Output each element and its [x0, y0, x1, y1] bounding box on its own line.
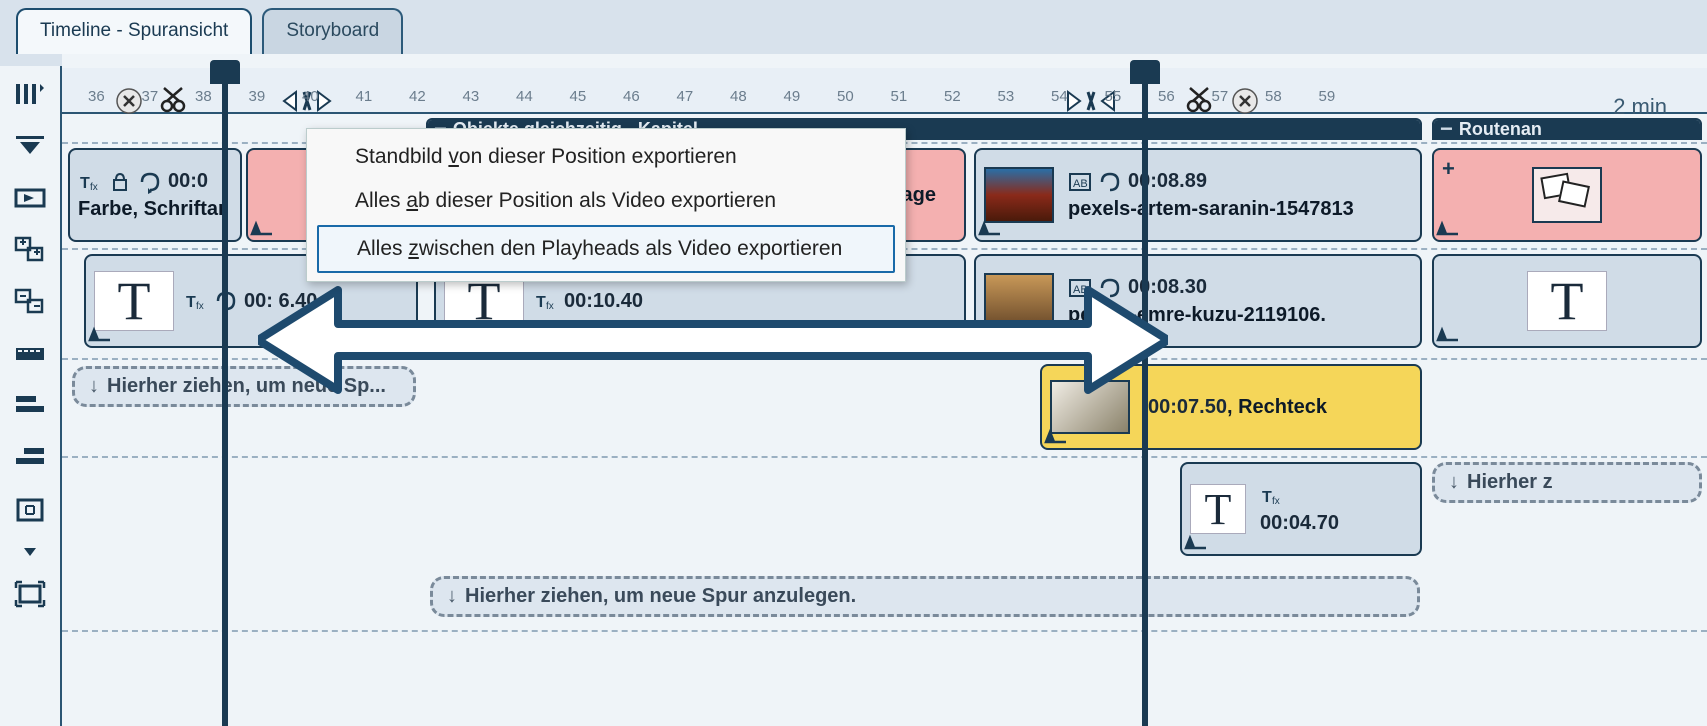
clip-corner-icon — [978, 218, 1002, 238]
drop-hint-new-track-long[interactable]: ↓ Hierher ziehen, um neue Spur anzulegen… — [430, 576, 1420, 617]
ruler-tick: 53 — [998, 88, 1015, 105]
collage-icon — [1532, 167, 1602, 223]
tool-align-left[interactable] — [10, 390, 50, 422]
ruler-tick: 57 — [1212, 88, 1229, 105]
clip-corner-icon — [1044, 426, 1068, 446]
svg-text:T: T — [80, 175, 90, 192]
tool-filmstrip[interactable] — [10, 338, 50, 370]
cut-right-icon[interactable] — [1184, 86, 1214, 116]
tool-crop-out[interactable] — [10, 578, 50, 610]
ruler-tick: 39 — [249, 88, 266, 105]
clip-corner-icon — [1436, 218, 1460, 238]
ctx-export-between[interactable]: Alles zwischen den Playheads als Video e… — [317, 225, 895, 273]
clip-corner-icon — [1436, 324, 1460, 344]
tool-sidebar — [0, 66, 62, 726]
ruler-tick: 46 — [623, 88, 640, 105]
ruler-tick: 55 — [1105, 88, 1122, 105]
thumbnail-kuzu — [984, 273, 1054, 329]
chapter-routen[interactable]: −Routenan — [1432, 118, 1702, 140]
clear-marker-icon[interactable] — [114, 86, 144, 116]
clip-kuzu[interactable]: AB 00:08.30 pexels-emre-kuzu-2119106. — [974, 254, 1422, 348]
clip-corner-icon — [250, 218, 274, 238]
clip-text-right[interactable]: T — [1432, 254, 1702, 348]
text-effect-icon: Tfx — [534, 289, 558, 313]
clear-marker-right-icon[interactable] — [1230, 86, 1260, 116]
tab-storyboard[interactable]: Storyboard — [262, 8, 403, 54]
tool-add-group[interactable] — [10, 234, 50, 266]
playhead-left[interactable] — [222, 64, 228, 726]
svg-text:fx: fx — [546, 301, 554, 312]
text-effect-icon: Tfx — [1260, 484, 1284, 508]
clip-routen-collage[interactable]: + — [1432, 148, 1702, 242]
down-arrow-icon: ↓ — [447, 585, 457, 608]
cut-left-icon[interactable] — [158, 86, 188, 116]
ruler-tick: 56 — [1158, 88, 1175, 105]
ruler-tick: 42 — [409, 88, 426, 105]
tool-align-right[interactable] — [10, 442, 50, 474]
svg-text:T: T — [1262, 489, 1272, 506]
playhead-right[interactable] — [1142, 64, 1148, 726]
ruler-tick: 36 — [88, 88, 105, 105]
ruler-tick: 44 — [516, 88, 533, 105]
ruler-tick: 40 — [302, 88, 319, 105]
down-arrow-icon: ↓ — [1449, 471, 1459, 494]
text-effect-icon: Tfx — [78, 170, 102, 194]
tool-expand[interactable] — [10, 546, 50, 558]
svg-text:T: T — [536, 294, 546, 311]
tool-playback[interactable] — [10, 182, 50, 214]
ruler-tick: 51 — [891, 88, 908, 105]
ruler-tick: 38 — [195, 88, 212, 105]
loop-icon — [1098, 276, 1122, 300]
ruler-tick: 45 — [570, 88, 587, 105]
clip-farbe[interactable]: Tfx 00:0 Farbe, Schriftar — [68, 148, 242, 242]
text-icon: T — [1190, 484, 1246, 534]
clip-corner-icon — [978, 324, 1002, 344]
thumbnail-saranin — [984, 167, 1054, 223]
time-ruler[interactable]: 2 min 3637383940414243444546474849505152… — [62, 68, 1707, 114]
clip-saranin[interactable]: AB 00:08.89 pexels-artem-saranin-1547813 — [974, 148, 1422, 242]
clip-corner-icon — [88, 324, 112, 344]
svg-text:AB: AB — [1073, 178, 1088, 190]
text-effect-icon: Tfx — [184, 289, 208, 313]
ruler-tick: 37 — [142, 88, 159, 105]
clip-rechteck[interactable]: 00:07.50, Rechteck — [1040, 364, 1422, 450]
tool-remove-group[interactable] — [10, 286, 50, 318]
ruler-tick: 43 — [463, 88, 480, 105]
ruler-tick: 41 — [356, 88, 373, 105]
lock-icon — [108, 170, 132, 194]
ab-icon: AB — [1068, 276, 1092, 300]
tool-align-top[interactable] — [10, 130, 50, 162]
ruler-tick: 50 — [837, 88, 854, 105]
ruler-tick: 52 — [944, 88, 961, 105]
svg-text:fx: fx — [196, 301, 204, 312]
ctx-export-from-here[interactable]: Alles ab dieser Position als Video expor… — [307, 179, 905, 223]
text-icon: T — [1527, 271, 1607, 331]
ruler-tick: 47 — [677, 88, 694, 105]
view-tabs: Timeline - Spuransicht Storyboard — [16, 8, 403, 54]
ruler-tick: 54 — [1051, 88, 1068, 105]
ruler-tick: 59 — [1319, 88, 1336, 105]
clip-text3[interactable]: T Tfx 00:04.70 — [1180, 462, 1422, 556]
context-menu: Standbild von dieser Position exportiere… — [306, 128, 906, 282]
svg-text:fx: fx — [1272, 496, 1280, 507]
tab-timeline[interactable]: Timeline - Spuransicht — [16, 8, 252, 54]
ctx-export-still[interactable]: Standbild von dieser Position exportiere… — [307, 135, 905, 179]
ruler-tick: 58 — [1265, 88, 1282, 105]
svg-text:AB: AB — [1073, 284, 1088, 296]
ab-icon: AB — [1068, 170, 1092, 194]
svg-text:fx: fx — [90, 182, 98, 193]
svg-text:T: T — [186, 294, 196, 311]
loop-icon — [138, 170, 162, 194]
drop-hint-right[interactable]: ↓ Hierher z — [1432, 462, 1702, 503]
tool-edit-tracks[interactable] — [10, 78, 50, 110]
ruler-tick: 49 — [784, 88, 801, 105]
ruler-tick: 48 — [730, 88, 747, 105]
text-icon: T — [94, 271, 174, 331]
tool-crop-in[interactable] — [10, 494, 50, 526]
clip-corner-icon — [1184, 532, 1208, 552]
loop-icon — [1098, 170, 1122, 194]
